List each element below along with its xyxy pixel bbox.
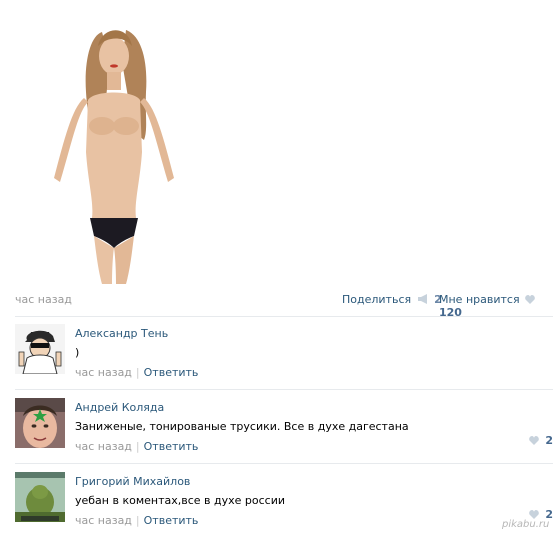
avatar[interactable]	[15, 472, 65, 522]
comment-time[interactable]: час назад	[75, 440, 132, 453]
reply-button[interactable]: Ответить	[144, 514, 199, 527]
separator: |	[135, 514, 140, 527]
avatar[interactable]	[15, 324, 65, 374]
comment-time[interactable]: час назад	[75, 366, 132, 379]
comment-author[interactable]: Андрей Коляда	[75, 401, 164, 414]
avatar[interactable]	[15, 398, 65, 448]
watermark: pikabu.ru	[502, 519, 550, 530]
comment-time[interactable]: час назад	[75, 514, 132, 527]
comment-text: уебан в коментах,все в духе россии	[75, 494, 286, 507]
comment-author[interactable]: Александр Тень	[75, 327, 168, 340]
comment-like-count: 2	[545, 434, 553, 447]
share-label: Поделиться	[342, 293, 412, 306]
reply-button[interactable]: Ответить	[144, 366, 199, 379]
comment-author[interactable]: Григорий Михайлов	[75, 475, 190, 488]
separator: |	[135, 366, 140, 379]
post-time[interactable]: час назад	[15, 293, 72, 306]
comment-item: Андрей Коляда Заниженые, тонированые тру…	[15, 398, 553, 464]
comment-like-button[interactable]: 2	[528, 434, 553, 447]
comment-item: Григорий Михайлов уебан в коментах,все в…	[15, 472, 553, 538]
heart-icon	[523, 293, 538, 306]
divider	[15, 463, 553, 464]
comment-meta: час назад | Ответить	[75, 440, 198, 453]
comment-text: Заниженые, тонированые трусики. Все в ду…	[75, 420, 409, 433]
post-footer: час назад Поделиться 2 Мне нравится 120	[15, 293, 549, 319]
separator: |	[135, 440, 140, 453]
comment-text: )	[75, 346, 80, 359]
share-button[interactable]: Поделиться 2	[342, 293, 442, 306]
heart-icon	[528, 434, 546, 447]
comment-meta: час назад | Ответить	[75, 514, 198, 527]
reply-button[interactable]: Ответить	[144, 440, 199, 453]
like-label: Мне нравится	[439, 293, 520, 306]
divider	[15, 316, 553, 317]
megaphone-icon	[415, 293, 435, 306]
divider	[15, 389, 553, 390]
comment-item: Александр Тень ) час назад | Ответить	[15, 324, 553, 390]
like-count: 120	[439, 306, 462, 319]
comment-meta: час назад | Ответить	[75, 366, 198, 379]
post-photo[interactable]	[50, 22, 178, 284]
